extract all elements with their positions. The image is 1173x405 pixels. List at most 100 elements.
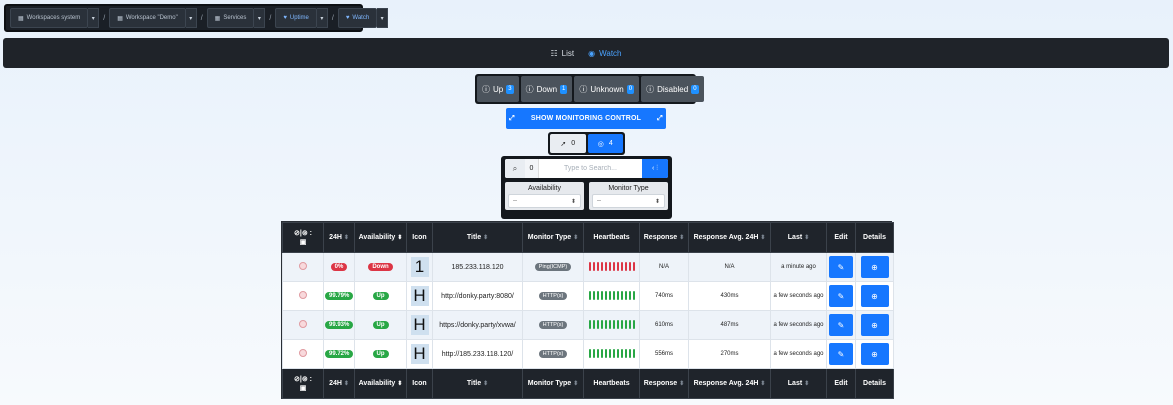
- column-header-24h[interactable]: 24H ⬍: [323, 222, 355, 253]
- availability-select[interactable]: -- ⬍: [508, 194, 581, 208]
- status-filter-unknown[interactable]: ⓘ Unknown 0: [574, 76, 640, 102]
- column-header-response-avg-24h[interactable]: Response Avg. 24H ⬍: [688, 368, 771, 399]
- breadcrumb-item: ▦ Workspaces system ▾: [10, 8, 100, 28]
- response-value: 610ms: [654, 322, 673, 328]
- column-header-label: Monitor Type: [527, 380, 572, 387]
- column-header-last[interactable]: Last ⬍: [770, 368, 827, 399]
- row-select-cell: [282, 339, 324, 369]
- column-header-label: Response: [643, 234, 678, 241]
- monitor-type-cell: HTTP(s): [522, 310, 584, 340]
- row-select-toggle[interactable]: [299, 349, 307, 357]
- monitor-type-badge: Ping(ICMP): [534, 263, 572, 271]
- availability-cell: Up: [354, 310, 407, 340]
- details-button[interactable]: ⊕: [860, 314, 889, 336]
- column-select[interactable]: ⊘|⊚ : ▣: [282, 222, 324, 253]
- caret-down-icon[interactable]: ▾: [377, 8, 389, 28]
- status-filter-label: Unknown: [590, 84, 624, 94]
- total-monitors-button[interactable]: ◎ 4: [587, 134, 623, 153]
- column-header-icon[interactable]: Icon: [406, 368, 433, 399]
- breadcrumb-button[interactable]: ♥ Watch: [337, 8, 378, 28]
- column-header-availability[interactable]: Availability ⬍: [354, 368, 407, 399]
- column-header-edit[interactable]: Edit: [826, 368, 856, 399]
- filter-toggle-button[interactable]: ‹ ⫶: [642, 159, 668, 178]
- column-header-response-avg-24h[interactable]: Response Avg. 24H ⬍: [688, 222, 771, 253]
- sort-icon: ⬍: [760, 235, 766, 241]
- row-select-toggle[interactable]: [299, 262, 307, 270]
- column-header-label: Title: [466, 234, 482, 241]
- column-header-edit[interactable]: Edit: [826, 222, 856, 253]
- sort-icon: ⬍: [483, 381, 489, 387]
- column-header-last[interactable]: Last ⬍: [770, 222, 827, 253]
- tab-list-label: List: [561, 48, 575, 58]
- column-header-response[interactable]: Response ⬍: [639, 222, 689, 253]
- edit-button[interactable]: ✎: [829, 285, 853, 307]
- select-all-icon[interactable]: ⊘|⊚ :: [294, 229, 312, 238]
- breadcrumb-separator: /: [331, 14, 334, 22]
- show-monitoring-control-button[interactable]: ⤢ SHOW MONITORING CONTROL ⤢: [506, 108, 666, 129]
- heartbeat-bar: [588, 348, 635, 358]
- monitor-type-badge: HTTP(s): [538, 321, 568, 329]
- breadcrumb-button[interactable]: ▦ Workspaces system: [10, 8, 89, 28]
- column-header-heartbeats[interactable]: Heartbeats: [583, 222, 640, 253]
- details-button[interactable]: ⊕: [860, 285, 889, 307]
- caret-down-icon[interactable]: ▾: [88, 8, 100, 28]
- breadcrumb-button[interactable]: ▦ Services: [206, 8, 255, 28]
- column-header-title[interactable]: Title ⬍: [432, 222, 523, 253]
- title-cell: http://185.233.118.120/: [432, 339, 523, 369]
- select-mode-button[interactable]: ➚ 0: [550, 134, 586, 153]
- monitor-icon: 1: [410, 257, 429, 277]
- column-header-24h[interactable]: 24H ⬍: [323, 368, 355, 399]
- heartbeat-tick: [628, 290, 631, 300]
- tab-watch[interactable]: ◉ Watch: [588, 49, 621, 58]
- breadcrumb-button[interactable]: ▦ Workspace "Demo": [109, 8, 186, 28]
- grid-icon: ▦: [214, 15, 221, 22]
- column-header-details[interactable]: Details: [855, 368, 894, 399]
- sort-icon: ⬍: [397, 235, 403, 241]
- breadcrumb-separator: /: [269, 14, 272, 22]
- select-arrows-icon: ⬍: [570, 198, 576, 205]
- column-header-response[interactable]: Response ⬍: [639, 368, 689, 399]
- last-cell: a few seconds ago: [770, 310, 827, 340]
- status-filter-disabled[interactable]: ⓘ Disabled 0: [641, 76, 704, 102]
- column-header-monitor-type[interactable]: Monitor Type ⬍: [522, 368, 584, 399]
- details-cell: ⊕: [855, 252, 894, 282]
- column-header-icon[interactable]: Icon: [406, 222, 433, 253]
- column-header-label: 24H: [329, 234, 342, 241]
- status-filter-up[interactable]: ⓘ Up 3: [477, 76, 519, 102]
- details-cell: ⊕: [855, 310, 894, 340]
- caret-down-icon[interactable]: ▾: [185, 8, 197, 28]
- breadcrumb-button[interactable]: ♥ Uptime: [275, 8, 317, 28]
- column-header-label: Heartbeats: [593, 380, 630, 387]
- column-header-monitor-type[interactable]: Monitor Type ⬍: [522, 222, 584, 253]
- caret-down-icon[interactable]: ▾: [254, 8, 266, 28]
- status-filter-down[interactable]: ⓘ Down 1: [520, 76, 573, 102]
- heart-icon: ♥: [345, 15, 350, 21]
- column-header-title[interactable]: Title ⬍: [432, 368, 523, 399]
- column-header-details[interactable]: Details: [855, 222, 894, 253]
- monitor-type-badge: HTTP(s): [538, 292, 568, 300]
- row-select-toggle[interactable]: [299, 320, 307, 328]
- cube-icon: ▣: [299, 384, 307, 392]
- heartbeat-tick: [604, 261, 607, 271]
- edit-button[interactable]: ✎: [829, 256, 853, 278]
- caret-down-icon[interactable]: ▾: [316, 8, 328, 28]
- zoom-icon: ⊕: [871, 320, 878, 330]
- edit-button[interactable]: ✎: [829, 343, 853, 365]
- column-header-heartbeats[interactable]: Heartbeats: [583, 368, 640, 399]
- row-select-toggle[interactable]: [299, 291, 307, 299]
- details-button[interactable]: ⊕: [860, 256, 889, 278]
- status-filter-group: ⓘ Up 3 ⓘ Down 1 ⓘ Unknown 0 ⓘ Disabled 0: [475, 74, 704, 104]
- availability-badge: Up: [372, 292, 389, 300]
- details-button[interactable]: ⊕: [860, 343, 889, 365]
- availability-badge: Up: [372, 350, 389, 358]
- heartbeat-tick: [620, 319, 623, 329]
- availability-filter-label: Availability: [528, 185, 561, 192]
- column-select[interactable]: ⊘|⊚ : ▣: [282, 368, 324, 399]
- column-header-availability[interactable]: Availability ⬍: [354, 222, 407, 253]
- tab-list[interactable]: ☷ List: [551, 49, 575, 58]
- search-input[interactable]: [539, 159, 642, 178]
- heartbeat-tick: [608, 319, 611, 329]
- select-all-icon[interactable]: ⊘|⊚ :: [294, 375, 312, 384]
- monitor-type-select[interactable]: -- ⬍: [592, 194, 665, 208]
- edit-button[interactable]: ✎: [829, 314, 853, 336]
